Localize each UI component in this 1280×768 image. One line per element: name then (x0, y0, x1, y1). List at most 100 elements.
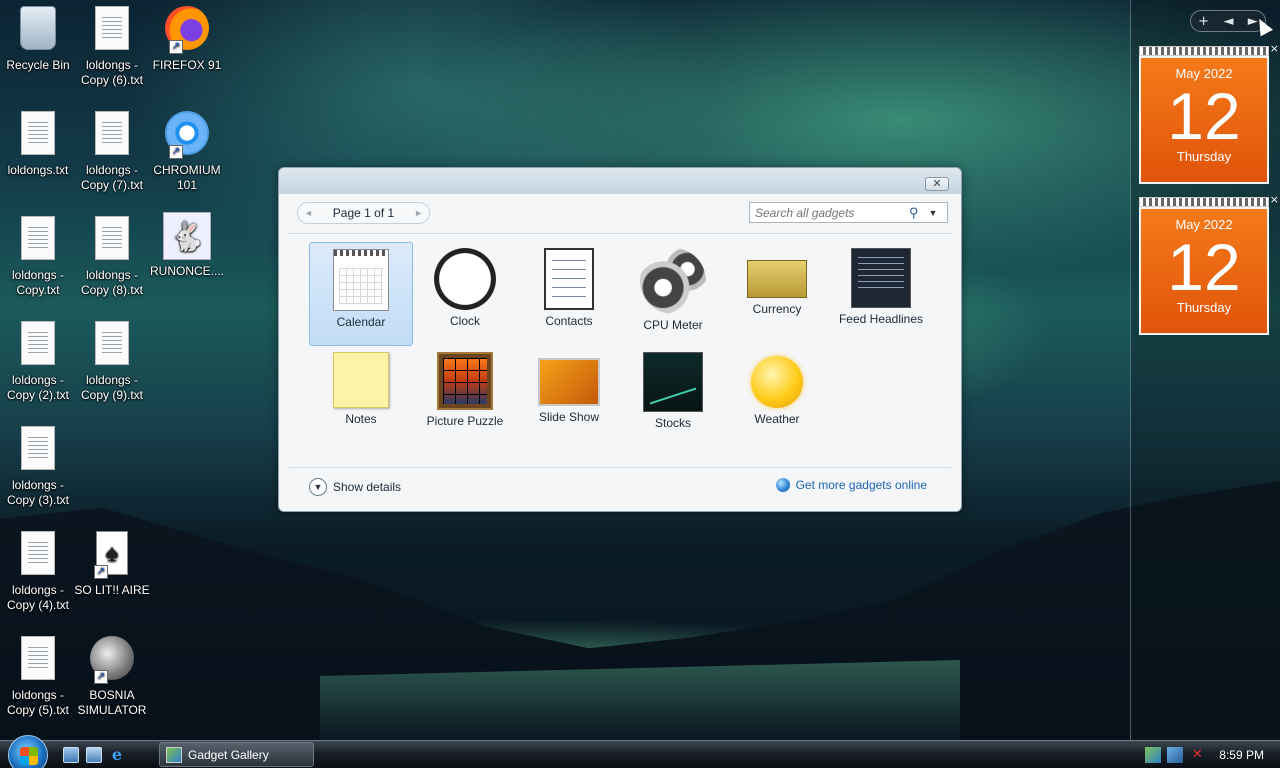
stocks-icon (643, 352, 703, 412)
desktop-icon-loldongs-copy-9[interactable]: loldongs - Copy (9).txt (74, 319, 150, 403)
gadget-tile-picture-puzzle[interactable]: Picture Puzzle (413, 346, 517, 450)
gadget-tile-clock[interactable]: Clock (413, 242, 517, 346)
system-tray: ✕ 8:59 PM (1145, 741, 1280, 768)
text-file-icon (14, 426, 62, 474)
desktop-icon-loldongs-copy-8[interactable]: loldongs - Copy (8).txt (74, 214, 150, 298)
picture-puzzle-icon (437, 352, 493, 410)
bunny-icon: 🐇 (163, 212, 211, 260)
taskbar-button-gadget-gallery[interactable]: Gadget Gallery (159, 742, 314, 767)
gadget-name: Picture Puzzle (426, 414, 504, 428)
text-file-icon (14, 216, 62, 264)
get-more-gadgets-label: Get more gadgets online (795, 478, 927, 492)
desktop-icon-recycle-bin[interactable]: Recycle Bin (0, 4, 76, 73)
close-button[interactable]: ✕ (925, 177, 949, 191)
desktop-icon-loldongs-copy[interactable]: loldongs - Copy.txt (0, 214, 76, 298)
divider (289, 467, 951, 468)
desktop-icon-label: loldongs - Copy (9).txt (80, 373, 143, 402)
desktop-icon-loldongs-copy-5[interactable]: loldongs - Copy (5).txt (0, 634, 76, 718)
desktop-icon-label: loldongs - Copy (7).txt (80, 163, 143, 192)
gadget-tile-slide-show[interactable]: Slide Show (517, 346, 621, 450)
gallery-titlebar[interactable] (279, 168, 961, 194)
gadget-name: Weather (754, 412, 800, 426)
desktop-icon-loldongs-copy-7[interactable]: loldongs - Copy (7).txt (74, 109, 150, 193)
calendar-gadget[interactable]: × May 2022 12 Thursday (1139, 42, 1279, 184)
calendar-gadget[interactable]: × May 2022 12 Thursday (1139, 193, 1279, 335)
volume-muted-icon[interactable]: ✕ (1189, 747, 1205, 763)
desktop-icon-loldongs-copy-6[interactable]: loldongs - Copy (6).txt (74, 4, 150, 88)
globe-icon (775, 478, 790, 492)
chromium-icon: ↗ (163, 111, 211, 159)
gadget-tile-cpu-meter[interactable]: CPU Meter (621, 242, 725, 346)
taskbar-button-label: Gadget Gallery (188, 747, 269, 762)
gadget-tile-notes[interactable]: Notes (309, 346, 413, 450)
get-more-gadgets-link[interactable]: Get more gadgets online (775, 478, 927, 492)
gadget-tile-feed-headlines[interactable]: Feed Headlines (829, 242, 933, 346)
calendar-binding-rings (1139, 46, 1269, 56)
gadget-tile-currency[interactable]: Currency (725, 242, 829, 346)
taskbar-clock[interactable]: 8:59 PM (1219, 748, 1264, 762)
text-file-icon (14, 531, 62, 579)
show-details-label: Show details (333, 480, 402, 494)
desktop-icon-loldongs-copy-4[interactable]: loldongs - Copy (4).txt (0, 529, 76, 613)
weather-sun-icon (751, 356, 803, 408)
currency-icon (747, 260, 807, 298)
desktop-icon-solitaire[interactable]: ♠ ↗ SO LIT!! AIRE (74, 529, 150, 598)
show-details-toggle[interactable]: ▼ Show details (309, 478, 401, 496)
close-icon[interactable]: × (1270, 42, 1279, 55)
sidebar-tray-icon[interactable] (1145, 747, 1162, 763)
text-file-icon (14, 111, 62, 159)
show-desktop-icon[interactable] (63, 747, 79, 763)
pager-label: Page 1 of 1 (332, 206, 395, 220)
chevron-down-icon[interactable]: ▼ (929, 208, 938, 218)
search-input[interactable] (755, 205, 905, 220)
pager-next-icon[interactable]: ► (414, 208, 423, 218)
sidebar-add-gadget-button[interactable]: + (1198, 14, 1209, 29)
calendar-weekday: Thursday (1176, 149, 1232, 164)
gadget-name: Slide Show (538, 410, 600, 424)
internet-explorer-icon[interactable]: e (109, 747, 125, 763)
calendar-page: May 2022 12 Thursday (1139, 56, 1269, 184)
calendar-day: 12 (1167, 230, 1241, 304)
taskbar: e Gadget Gallery ✕ 8:59 PM (0, 735, 1280, 768)
desktop-icon-label: loldongs - Copy.txt (11, 268, 65, 297)
desktop-icon-label: loldongs - Copy (2).txt (6, 373, 69, 402)
gadget-tile-calendar[interactable]: Calendar (309, 242, 413, 346)
desktop-icon-bosnia-simulator[interactable]: ↗ BOSNIA SIMULATOR (74, 634, 150, 718)
text-file-icon (88, 216, 136, 264)
desktop-icon-chromium[interactable]: ↗ CHROMIUM 101 (149, 109, 225, 193)
text-file-icon (14, 636, 62, 684)
desktop-icon-loldongs[interactable]: loldongs.txt (0, 109, 76, 178)
gadget-gallery-window: ✕ ◄ Page 1 of 1 ► ⚲ ▼ Calendar Clock Con… (278, 167, 962, 512)
gadget-name: Clock (449, 314, 480, 328)
sidebar-prev-button[interactable]: ◄ (1223, 14, 1233, 29)
gadget-name: Stocks (654, 416, 691, 430)
desktop-icon-label: loldongs - Copy (5).txt (6, 688, 69, 717)
chevron-down-icon: ▼ (309, 478, 327, 496)
gadget-name: Notes (345, 412, 377, 426)
calendar-weekday: Thursday (1176, 300, 1232, 315)
start-button[interactable] (8, 735, 48, 768)
shortcut-arrow-icon: ↗ (94, 670, 108, 684)
switch-windows-icon[interactable] (86, 747, 102, 763)
desktop-icon-label: Recycle Bin (6, 58, 70, 72)
network-icon[interactable] (1167, 747, 1184, 763)
desktop-icon-label: CHROMIUM 101 (153, 163, 221, 192)
text-file-icon (88, 6, 136, 54)
desktop-icon-label: FIREFOX 91 (152, 58, 222, 72)
gadget-name: CPU Meter (643, 318, 703, 332)
gadget-tile-weather[interactable]: Weather (725, 346, 829, 450)
desktop-icon-loldongs-copy-2[interactable]: loldongs - Copy (2).txt (0, 319, 76, 403)
close-icon: ✕ (932, 178, 942, 190)
close-icon[interactable]: × (1270, 193, 1279, 206)
gadget-name: Currency (752, 302, 802, 316)
gallery-pager: ◄ Page 1 of 1 ► (297, 202, 430, 224)
search-icon[interactable]: ⚲ (909, 205, 919, 221)
desktop-icon-runonce[interactable]: 🐇 RUNONCE.... (149, 212, 225, 279)
desktop-icon-loldongs-copy-3[interactable]: loldongs - Copy (3).txt (0, 424, 76, 508)
gadget-tile-contacts[interactable]: Contacts (517, 242, 621, 346)
desktop-icon-label: loldongs - Copy (3).txt (6, 478, 69, 507)
gadget-search-box[interactable]: ⚲ ▼ (749, 202, 948, 223)
gadget-tile-stocks[interactable]: Stocks (621, 346, 725, 450)
desktop-icon-firefox[interactable]: ↗ FIREFOX 91 (149, 4, 225, 73)
pager-prev-icon[interactable]: ◄ (304, 208, 313, 218)
